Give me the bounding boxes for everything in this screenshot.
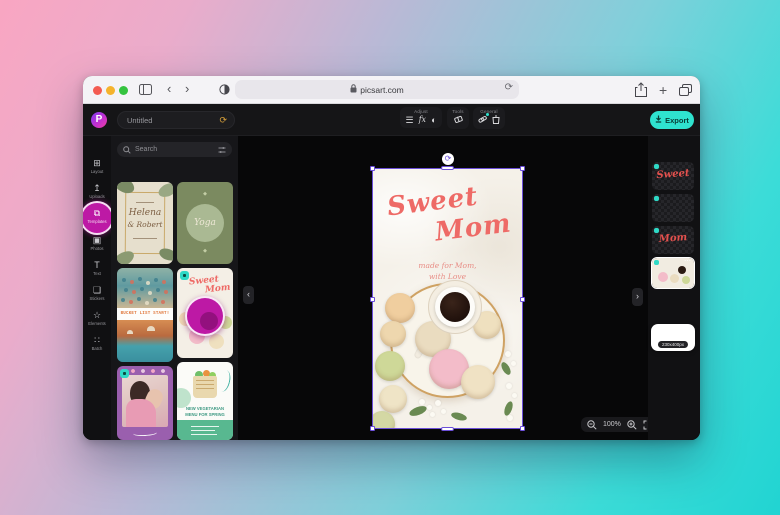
layers-panel: Sweet Mom ⋯ <box>648 136 700 440</box>
project-name: Untitled <box>127 116 152 125</box>
lock-icon <box>350 84 357 95</box>
minimize-window-button[interactable] <box>106 86 115 95</box>
picsart-logo[interactable]: P <box>91 112 107 128</box>
template-caption: NEW VEGETARIAN MENU FOR SPRING <box>177 406 233 417</box>
share-icon[interactable] <box>635 82 647 97</box>
collapse-left-panel-button[interactable]: ‹ <box>243 286 254 304</box>
shadow-icon[interactable]: ◐ <box>431 115 436 125</box>
eraser-icon[interactable] <box>454 115 463 126</box>
template-caption: BUCKET LIST START! <box>121 312 170 316</box>
search-placeholder: Search <box>135 146 214 153</box>
toolbar-group-adjust: Adjust ☰ fx ◐ <box>400 107 442 128</box>
new-tab-button[interactable]: + <box>659 82 667 98</box>
templates-icon: ⧉ <box>83 208 111 218</box>
left-sidebar: ⊞ Layout ↥ Uploads ⧉ Templates ▣ Photos <box>83 136 111 440</box>
layer-visibility-badge[interactable] <box>654 164 659 169</box>
sidebar-item-layout[interactable]: ⊞ Layout <box>83 158 111 180</box>
design-artboard[interactable]: Sweet Mom made for Mom, with Love <box>373 169 522 428</box>
zoom-level[interactable]: 100% <box>603 421 621 428</box>
sidebar-item-stickers[interactable]: ❏ Stickers <box>83 285 111 307</box>
export-label: Export <box>665 116 689 125</box>
toolbar-group-tools: Tools <box>447 107 469 129</box>
search-input[interactable]: Search <box>117 142 232 157</box>
template-wedding-invitation[interactable]: Helena & Robert <box>117 182 173 264</box>
canvas-area[interactable]: ‹ › Sweet Mom made for Mom, with Love <box>238 136 648 440</box>
back-button[interactable]: ‹ <box>167 81 171 97</box>
click-annotation-template <box>185 296 225 336</box>
reader-appearance-icon[interactable] <box>219 84 230 95</box>
elements-icon: ☆ <box>83 310 111 320</box>
text-icon: T <box>83 260 111 270</box>
layout-icon: ⊞ <box>83 158 111 168</box>
trash-icon[interactable] <box>492 115 500 126</box>
template-mother-daughter[interactable] <box>117 366 173 440</box>
zoom-out-icon[interactable] <box>587 420 597 430</box>
zoom-window-button[interactable] <box>119 86 128 95</box>
batch-icon: ∷ <box>83 335 111 345</box>
template-title: Yoga <box>186 204 224 242</box>
browser-chrome: ‹ › picsart.com ⟳ + <box>83 76 700 104</box>
effects-icon[interactable]: fx <box>419 115 426 125</box>
template-travel-collage[interactable]: BUCKET LIST START! <box>117 268 173 362</box>
export-button[interactable]: Export <box>650 111 694 129</box>
tools-label: Tools <box>452 109 464 114</box>
forward-button[interactable]: › <box>185 81 189 97</box>
search-icon <box>123 141 131 159</box>
link-icon[interactable] <box>478 115 487 126</box>
premium-badge-icon <box>120 369 129 378</box>
sidebar-item-elements[interactable]: ☆ Elements <box>83 310 111 332</box>
page-card[interactable]: 230x400px <box>651 324 695 351</box>
filter-icon[interactable] <box>218 141 226 159</box>
template-yoga-poster[interactable]: ◆ Yoga ◆ <box>177 182 233 264</box>
toolbar-group-general: General <box>473 107 505 129</box>
layer-background-image[interactable]: ⋯ <box>652 258 694 288</box>
template-sweet-mom[interactable]: Sweet Mom ~ ~ ~ <box>177 268 233 358</box>
browser-window: ‹ › picsart.com ⟳ + P <box>83 76 700 440</box>
desktop-background: ‹ › picsart.com ⟳ + P <box>0 0 780 515</box>
adjust-sliders-icon[interactable]: ☰ <box>406 115 414 125</box>
zoom-in-icon[interactable] <box>627 420 637 430</box>
link-status-dot <box>486 113 489 116</box>
project-name-field[interactable]: Untitled ⟳ <box>117 111 235 129</box>
design-subtitle-line1[interactable]: made for Mom, <box>373 261 522 270</box>
design-subtitle-line2[interactable]: with Love <box>373 272 522 281</box>
url-text: picsart.com <box>360 85 403 95</box>
layer-visibility-badge[interactable] <box>654 196 659 201</box>
stickers-icon: ❏ <box>83 285 111 295</box>
general-label: General <box>480 109 497 114</box>
layer-visibility-badge[interactable] <box>654 260 659 265</box>
sidebar-toggle-icon[interactable] <box>139 84 152 95</box>
template-title: Helena <box>117 208 173 218</box>
template-photo <box>122 375 168 427</box>
template-title-2: & Robert <box>117 220 173 229</box>
rotate-handle-icon[interactable]: ⟳ <box>442 153 454 165</box>
template-vegetarian-menu[interactable]: NEW VEGETARIAN MENU FOR SPRING <box>177 362 233 440</box>
address-bar[interactable]: picsart.com ⟳ <box>235 80 519 99</box>
premium-badge-icon <box>180 271 189 280</box>
photos-icon: ▣ <box>83 235 111 245</box>
templates-panel: Search Helena & Robert <box>111 136 238 440</box>
close-window-button[interactable] <box>93 86 102 95</box>
picsart-editor: P Untitled ⟳ Adjust ☰ fx ◐ Tools <box>83 104 700 440</box>
coffee-cup-photo <box>440 292 470 322</box>
download-icon <box>655 115 662 125</box>
layer-text-sweet[interactable]: Sweet <box>652 162 694 190</box>
uploads-icon: ↥ <box>83 183 111 193</box>
refresh-icon[interactable]: ⟳ <box>505 82 513 93</box>
sidebar-item-photos[interactable]: ▣ Photos <box>83 235 111 257</box>
layer-menu-icon[interactable]: ⋯ <box>684 258 691 265</box>
editor-header: P Untitled ⟳ Adjust ☰ fx ◐ Tools <box>83 104 700 136</box>
sync-icon[interactable]: ⟳ <box>219 115 227 126</box>
layer-text-mom[interactable]: Mom <box>652 226 694 254</box>
adjust-label: Adjust <box>414 109 428 114</box>
sidebar-item-text[interactable]: T Text <box>83 260 111 282</box>
collapse-right-panel-button[interactable]: › <box>632 288 643 306</box>
layer-empty[interactable] <box>652 194 694 222</box>
canvas-size-badge: 230x400px <box>658 341 688 348</box>
layer-visibility-badge[interactable] <box>654 228 659 233</box>
sidebar-item-batch[interactable]: ∷ Batch <box>83 335 111 357</box>
sidebar-item-templates[interactable]: ⧉ Templates <box>83 208 111 230</box>
tabs-overview-icon[interactable] <box>679 84 692 96</box>
